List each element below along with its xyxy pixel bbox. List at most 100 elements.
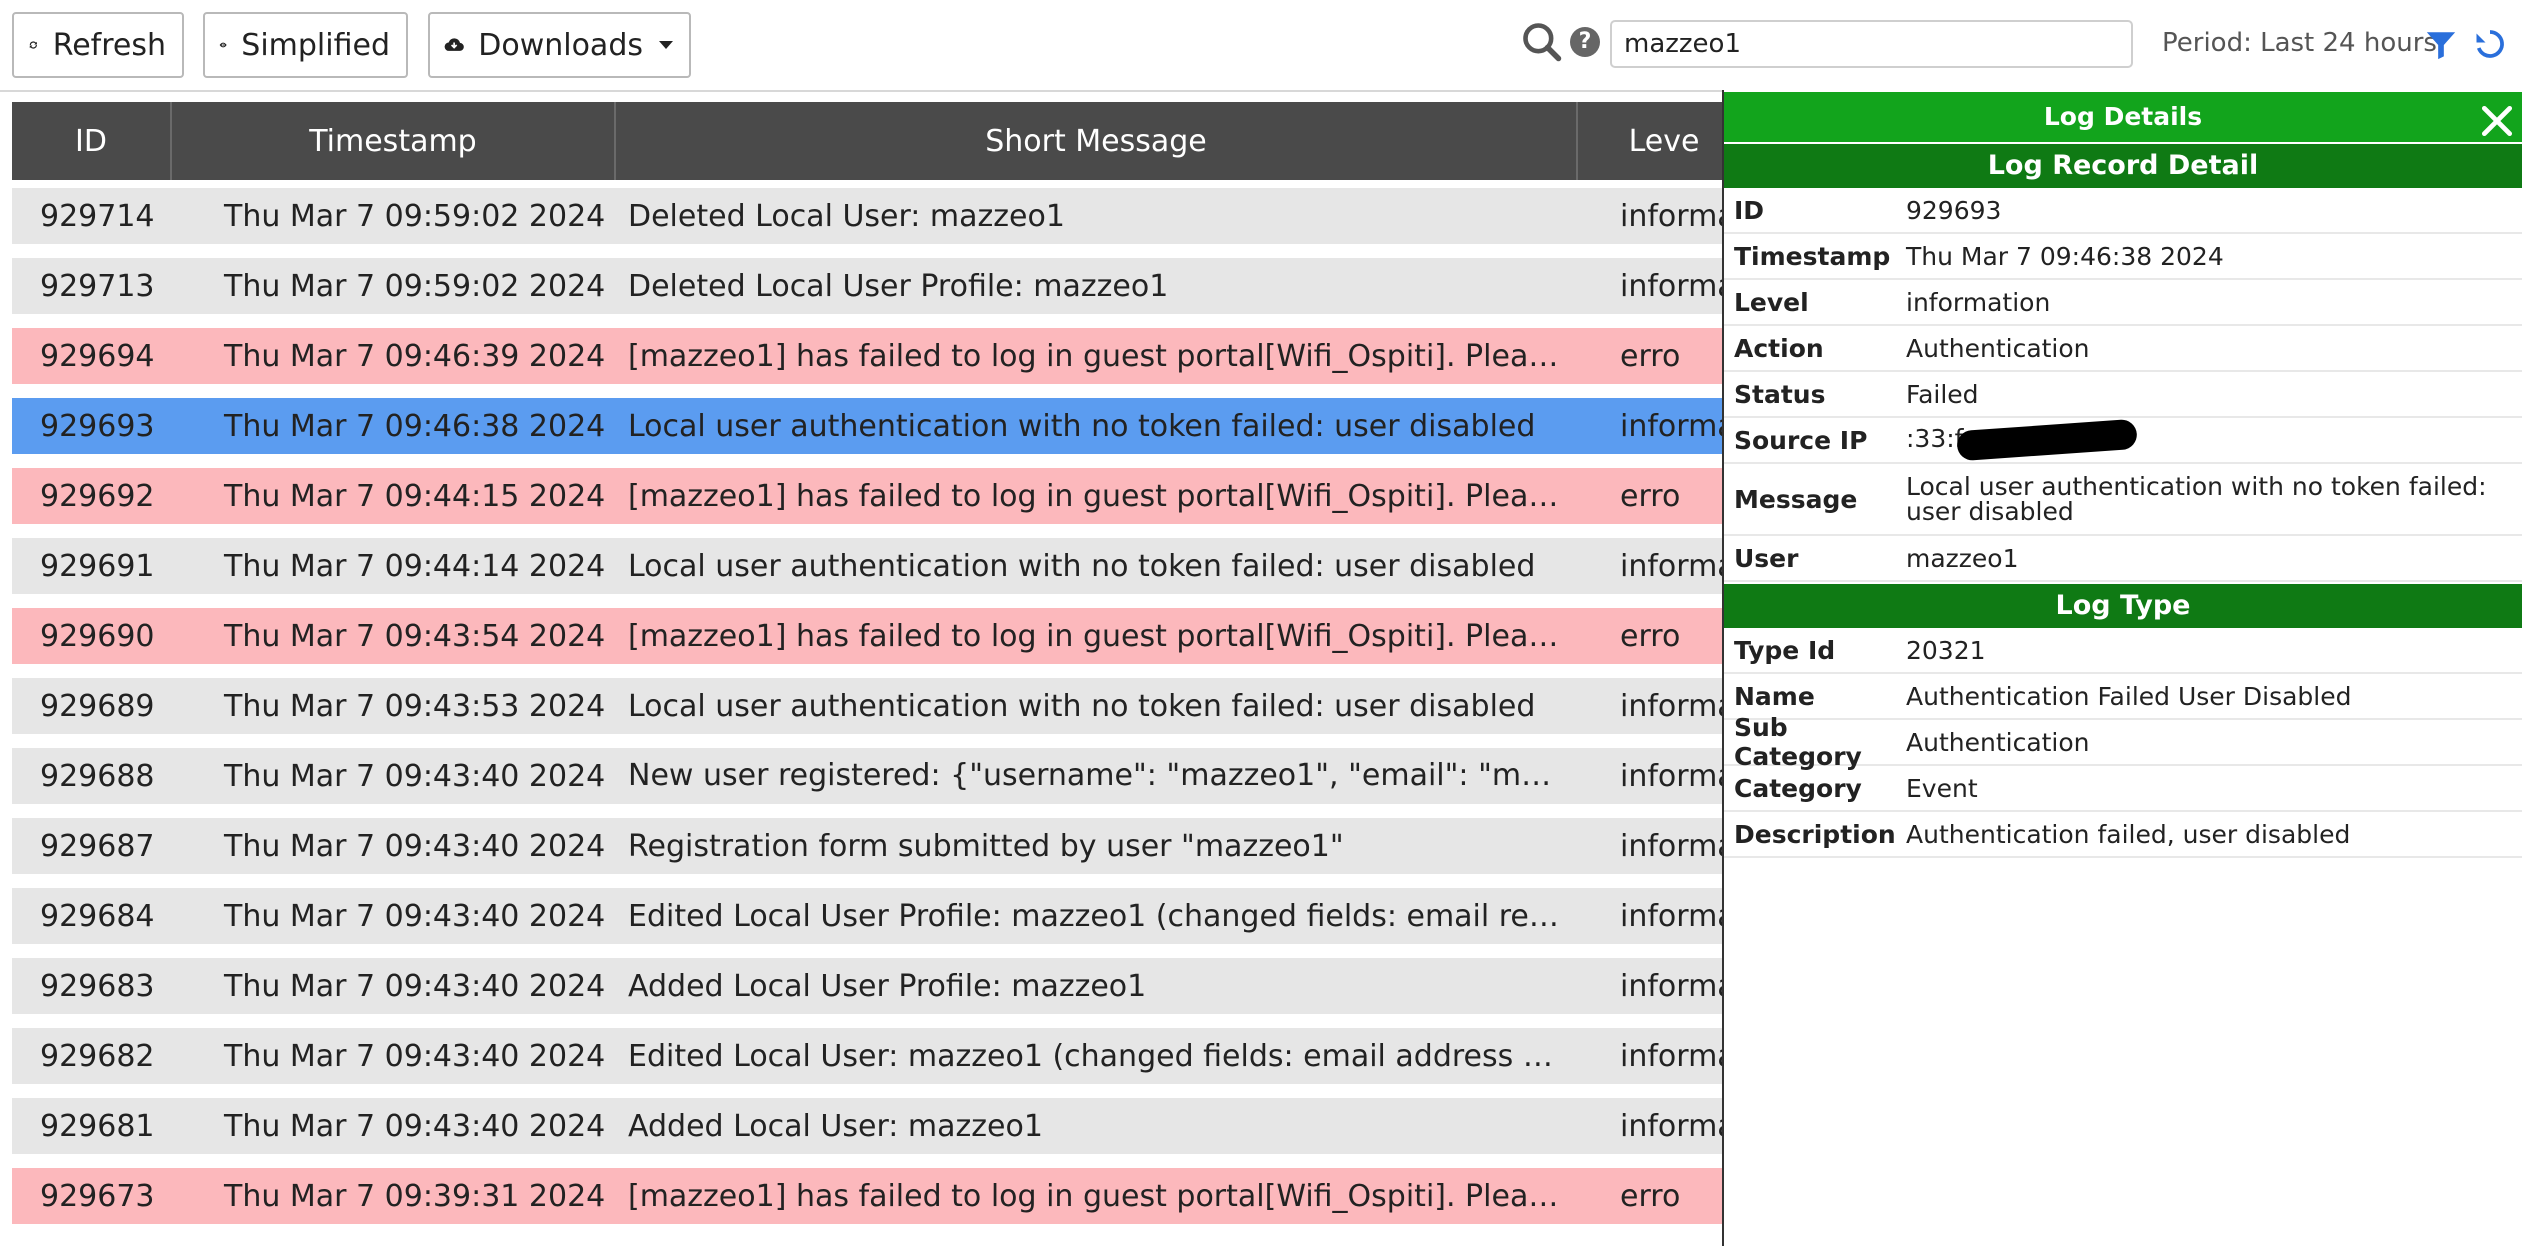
cloud-download-icon (444, 38, 464, 51)
cell-level: informa (1578, 899, 1722, 934)
cell-level: informa (1578, 269, 1722, 304)
column-header-id[interactable]: ID (12, 102, 172, 180)
cell-level-text: erro (1620, 1178, 1681, 1214)
cell-id-text: 929692 (40, 478, 155, 514)
downloads-label: Downloads (478, 27, 643, 63)
cell-level-text: informa (1620, 898, 1722, 934)
cell-level-text: informa (1620, 828, 1722, 864)
cell-timestamp-text: Thu Mar 7 09:44:14 2024 (224, 548, 606, 584)
cell-level: informa (1578, 1109, 1722, 1144)
cell-short-message: New user registered: {"username": "mazze… (616, 758, 1578, 794)
cell-id-text: 929684 (40, 898, 155, 934)
search-icon[interactable] (1520, 20, 1564, 64)
cell-timestamp: Thu Mar 7 09:59:02 2024 (172, 269, 616, 304)
table-row[interactable]: 929688 Thu Mar 7 09:43:40 2024 New user re… (12, 748, 1722, 804)
cell-level: informa (1578, 689, 1722, 724)
panel-title-text: Log Details (2043, 102, 2203, 131)
cell-level-text: informa (1620, 758, 1722, 794)
close-icon[interactable] (2478, 102, 2516, 140)
downloads-button[interactable]: Downloads (428, 12, 691, 78)
detail-value: Authentication failed, user disabled (1906, 819, 2351, 849)
cell-short-message-text: Added Local User: mazzeo1 (628, 1108, 1043, 1144)
help-icon[interactable]: ? (1570, 27, 1600, 57)
table-row[interactable]: 929694 Thu Mar 7 09:46:39 2024 [mazzeo1] h… (12, 328, 1722, 384)
cell-level-text: informa (1620, 548, 1722, 584)
cell-timestamp-text: Thu Mar 7 09:46:39 2024 (224, 338, 606, 374)
column-header-short-message[interactable]: Short Message (616, 102, 1578, 180)
cell-id: 929687 (12, 829, 172, 864)
filter-icon[interactable] (2424, 28, 2458, 62)
cell-level-text: informa (1620, 268, 1722, 304)
log-details-panel: Log Details Log Record Detail ID 929693 … (1722, 90, 2522, 1246)
table-row[interactable]: 929684 Thu Mar 7 09:43:40 2024 Edited Loca… (12, 888, 1722, 944)
detail-value: Event (1906, 773, 1978, 803)
detail-key: Level (1734, 287, 1809, 317)
detail-key: Type Id (1734, 635, 1836, 665)
cell-level: erro (1578, 479, 1722, 514)
detail-value: Thu Mar 7 09:46:38 2024 (1906, 241, 2224, 271)
table-row[interactable]: 929682 Thu Mar 7 09:43:40 2024 Edited Loca… (12, 1028, 1722, 1084)
detail-key: Message (1734, 484, 1858, 514)
cell-short-message-text: Local user authentication with no token … (628, 688, 1536, 724)
cell-level-text: informa (1620, 1108, 1722, 1144)
table-row[interactable]: 929683 Thu Mar 7 09:43:40 2024 Added Local… (12, 958, 1722, 1014)
cell-short-message-text: Local user authentication with no token … (628, 408, 1536, 444)
cell-timestamp-text: Thu Mar 7 09:43:40 2024 (224, 968, 606, 1004)
detail-value: mazzeo1 (1906, 543, 2019, 573)
cell-short-message-text: Deleted Local User: mazzeo1 (628, 198, 1065, 234)
cell-short-message-text: [mazzeo1] has failed to log in guest por… (628, 618, 1578, 654)
column-header-timestamp[interactable]: Timestamp (172, 102, 616, 180)
cell-id-text: 929713 (40, 268, 155, 304)
cell-level-text: informa (1620, 1038, 1722, 1074)
table-row[interactable]: 929713 Thu Mar 7 09:59:02 2024 Deleted Loc… (12, 258, 1722, 314)
table-row[interactable]: 929692 Thu Mar 7 09:44:15 2024 [mazzeo1] h… (12, 468, 1722, 524)
cell-short-message-text: Deleted Local User Profile: mazzeo1 (628, 268, 1169, 304)
detail-key: ID (1734, 195, 1765, 225)
cell-level-text: informa (1620, 688, 1722, 724)
cell-timestamp-text: Thu Mar 7 09:43:40 2024 (224, 898, 606, 934)
cell-timestamp-text: Thu Mar 7 09:59:02 2024 (224, 268, 606, 304)
cell-timestamp-text: Thu Mar 7 09:59:02 2024 (224, 198, 606, 234)
table-row[interactable]: 929693 Thu Mar 7 09:46:38 2024 Local user … (12, 398, 1722, 454)
table-row[interactable]: 929689 Thu Mar 7 09:43:53 2024 Local user … (12, 678, 1722, 734)
cell-short-message: Registration form submitted by user "maz… (616, 829, 1578, 864)
cell-level-text: erro (1620, 478, 1681, 514)
table-row[interactable]: 929681 Thu Mar 7 09:43:40 2024 Added Local… (12, 1098, 1722, 1154)
table-row[interactable]: 929691 Thu Mar 7 09:44:14 2024 Local user … (12, 538, 1722, 594)
search-input[interactable] (1610, 20, 2133, 68)
cell-id-text: 929690 (40, 618, 155, 654)
cell-level: informa (1578, 1039, 1722, 1074)
cell-short-message-text: New user registered: {"username": "mazze… (628, 758, 1578, 794)
cell-level: erro (1578, 339, 1722, 374)
caret-down-icon (659, 41, 673, 49)
section-log-type: Log Type (1724, 584, 2522, 628)
cell-id-text: 929673 (40, 1178, 155, 1214)
detail-value: information (1906, 287, 2051, 317)
cell-level-text: erro (1620, 618, 1681, 654)
cell-timestamp-text: Thu Mar 7 09:43:40 2024 (224, 828, 606, 864)
simplified-button[interactable]: Simplified (203, 12, 408, 78)
cell-id-text: 929683 (40, 968, 155, 1004)
cell-level-text: erro (1620, 338, 1681, 374)
cell-short-message-text: Local user authentication with no token … (628, 548, 1536, 584)
refresh-button[interactable]: Refresh (12, 12, 184, 78)
detail-value: Authentication (1906, 727, 2090, 757)
table-row[interactable]: 929690 Thu Mar 7 09:43:54 2024 [mazzeo1] h… (12, 608, 1722, 664)
cell-timestamp: Thu Mar 7 09:46:39 2024 (172, 339, 616, 374)
reset-icon[interactable] (2472, 26, 2508, 62)
detail-row-category: Category Event (1724, 766, 2522, 812)
cell-id: 929693 (12, 409, 172, 444)
detail-row-type-id: Type Id 20321 (1724, 628, 2522, 674)
table-row[interactable]: 929714 Thu Mar 7 09:59:02 2024 Deleted Loc… (12, 188, 1722, 244)
cell-id-text: 929682 (40, 1038, 155, 1074)
cell-id-text: 929681 (40, 1108, 155, 1144)
detail-row-action: Action Authentication (1724, 326, 2522, 372)
detail-row-user: User mazzeo1 (1724, 536, 2522, 582)
cell-level: informa (1578, 969, 1722, 1004)
table-row[interactable]: 929673 Thu Mar 7 09:39:31 2024 [mazzeo1] h… (12, 1168, 1722, 1224)
cell-id: 929690 (12, 619, 172, 654)
table-row[interactable]: 929687 Thu Mar 7 09:43:40 2024 Registratio… (12, 818, 1722, 874)
cell-id: 929689 (12, 689, 172, 724)
detail-row-status: Status Failed (1724, 372, 2522, 418)
column-header-level[interactable]: Leve (1578, 102, 1722, 180)
